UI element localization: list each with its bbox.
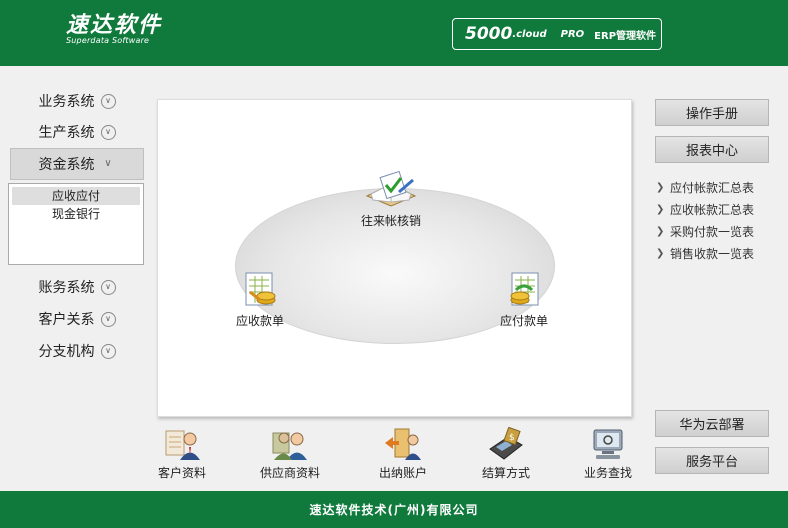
nav-production-system[interactable]: 生产系统 ∨ [10, 117, 144, 147]
report-link-label: 销售收款一览表 [670, 246, 755, 261]
company-name: 速达软件技术(广州)有限公司 [309, 503, 479, 517]
nav-branch-office[interactable]: 分支机构 ∨ [10, 336, 144, 366]
report-link-label: 采购付款一览表 [670, 224, 755, 239]
shortcut-label: 业务查找 [583, 466, 632, 480]
submenu-item-receivable-payable[interactable]: 应收应付 [12, 187, 140, 205]
shortcut-settlement-method[interactable]: $ 结算方式 [466, 427, 546, 481]
chevron-down-circle-icon: ∨ [100, 279, 116, 295]
payable-doc-icon [510, 272, 539, 306]
report-link-payable-summary[interactable]: ❯ 应付帐款汇总表 [656, 176, 754, 198]
nav-label: 客户关系 [38, 312, 95, 328]
footer-bar: 速达软件技术(广州)有限公司 [0, 491, 788, 528]
flow-receivable-label: 应收款单 [236, 314, 285, 328]
cashier-icon [385, 428, 421, 460]
nav-label: 资金系统 [38, 157, 95, 173]
flow-receivable-node[interactable]: 应收款单 [236, 270, 284, 329]
flow-payable-label: 应付款单 [500, 314, 549, 328]
shortcut-label: 客户资料 [157, 466, 206, 480]
supplier-icon [272, 432, 307, 460]
report-link-receivable-summary[interactable]: ❯ 应收帐款汇总表 [656, 198, 754, 220]
receivable-doc-icon [245, 272, 276, 306]
report-list: ❯ 应付帐款汇总表 ❯ 应收帐款汇总表 ❯ 采购付款一览表 ❯ 销售收款一览表 [656, 176, 754, 264]
logo-text: 速达软件 [66, 13, 163, 38]
report-center-button[interactable]: 报表中心 [655, 136, 769, 163]
chevron-double-down-icon: ∨ [104, 158, 112, 169]
svg-text:$: $ [509, 433, 515, 443]
product-badge: 5000 .cloud PRO ERP管理软件 [452, 18, 662, 50]
flow-panel: 往来帐核销 应收款单 应付款单 [157, 99, 632, 417]
report-link-purchase-payment[interactable]: ❯ 采购付款一览表 [656, 220, 754, 242]
ledger-book-icon [365, 170, 417, 207]
shortcut-business-search[interactable]: 业务查找 [568, 427, 648, 481]
fund-submenu: 应收应付 现金银行 [8, 183, 144, 265]
shortcut-supplier-info[interactable]: 供应商资料 [250, 427, 330, 481]
product-name: ERP管理软件 [594, 30, 657, 42]
nav-label: 生产系统 [38, 125, 95, 141]
nav-fund-system[interactable]: 资金系统 ∨ [10, 148, 144, 180]
shortcut-customer-info[interactable]: 客户资料 [142, 427, 222, 481]
logo: 速达软件 Superdata Software [66, 13, 163, 46]
chevron-right-icon: ❯ [656, 203, 665, 215]
nav-accounting-system[interactable]: 账务系统 ∨ [10, 272, 144, 302]
flow-verify-node[interactable]: 往来帐核销 [361, 170, 421, 229]
shortcut-label: 供应商资料 [259, 466, 320, 480]
chevron-down-circle-icon: ∨ [100, 124, 116, 140]
monitor-search-icon [593, 429, 623, 459]
chevron-down-circle-icon: ∨ [100, 311, 116, 327]
nav-customer-relations[interactable]: 客户关系 ∨ [10, 304, 144, 334]
product-cloud: .cloud [512, 28, 547, 40]
logo-subtitle: Superdata Software [66, 36, 150, 45]
shortcut-label: 出纳账户 [378, 466, 427, 480]
chevron-right-icon: ❯ [656, 225, 665, 237]
chevron-down-circle-icon: ∨ [100, 343, 116, 359]
flow-verify-label: 往来帐核销 [361, 214, 422, 228]
pos-terminal-icon: $ [489, 427, 523, 460]
product-version: 5000 [465, 24, 513, 44]
report-link-label: 应收帐款汇总表 [670, 202, 755, 217]
shortcut-label: 结算方式 [481, 466, 530, 480]
nav-label: 账务系统 [38, 280, 95, 296]
submenu-item-cash-bank[interactable]: 现金银行 [12, 205, 140, 223]
shortcut-cashier-account[interactable]: 出纳账户 [363, 427, 443, 481]
flow-payable-node[interactable]: 应付款单 [500, 270, 548, 329]
chevron-right-icon: ❯ [656, 181, 665, 193]
huawei-cloud-button[interactable]: 华为云部署 [655, 410, 769, 437]
report-link-label: 应付帐款汇总表 [670, 180, 755, 195]
nav-label: 分支机构 [38, 344, 95, 360]
product-edition: PRO [560, 28, 585, 40]
chevron-right-icon: ❯ [656, 247, 665, 259]
nav-label: 业务系统 [38, 94, 95, 110]
service-platform-button[interactable]: 服务平台 [655, 447, 769, 474]
chevron-down-circle-icon: ∨ [100, 93, 116, 109]
manual-button[interactable]: 操作手册 [655, 99, 769, 126]
header-bar: 速达软件 Superdata Software 5000 .cloud PRO … [0, 0, 788, 66]
customer-icon [165, 430, 200, 460]
nav-business-system[interactable]: 业务系统 ∨ [10, 86, 144, 116]
report-link-sales-receipt[interactable]: ❯ 销售收款一览表 [656, 242, 754, 264]
